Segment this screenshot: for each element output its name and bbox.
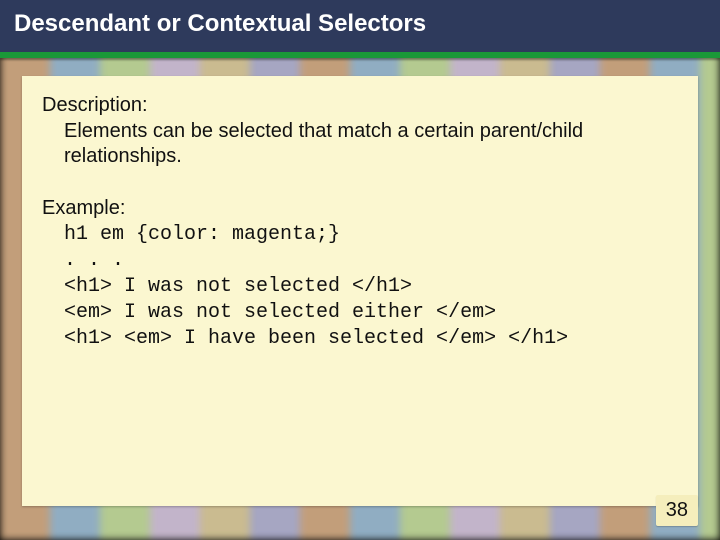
title-bar: Descendant or Contextual Selectors	[0, 0, 720, 58]
code-line: . . .	[64, 249, 124, 272]
page-number: 38	[656, 495, 698, 526]
code-line: <em> I was not selected either </em>	[64, 301, 496, 324]
description-label: Description:	[42, 94, 678, 117]
code-line: <h1> <em> I have been selected </em> </h…	[64, 327, 568, 350]
code-line: <h1> I was not selected </h1>	[64, 275, 412, 298]
example-code: h1 em {color: magenta;} . . . <h1> I was…	[42, 222, 678, 352]
description-text: Elements can be selected that match a ce…	[42, 119, 678, 169]
example-section: Example: h1 em {color: magenta;} . . . <…	[42, 197, 678, 352]
slide-title: Descendant or Contextual Selectors	[14, 10, 706, 38]
example-label: Example:	[42, 197, 678, 220]
code-line: h1 em {color: magenta;}	[64, 223, 340, 246]
description-section: Description: Elements can be selected th…	[42, 94, 678, 169]
content-panel: Description: Elements can be selected th…	[22, 76, 698, 506]
